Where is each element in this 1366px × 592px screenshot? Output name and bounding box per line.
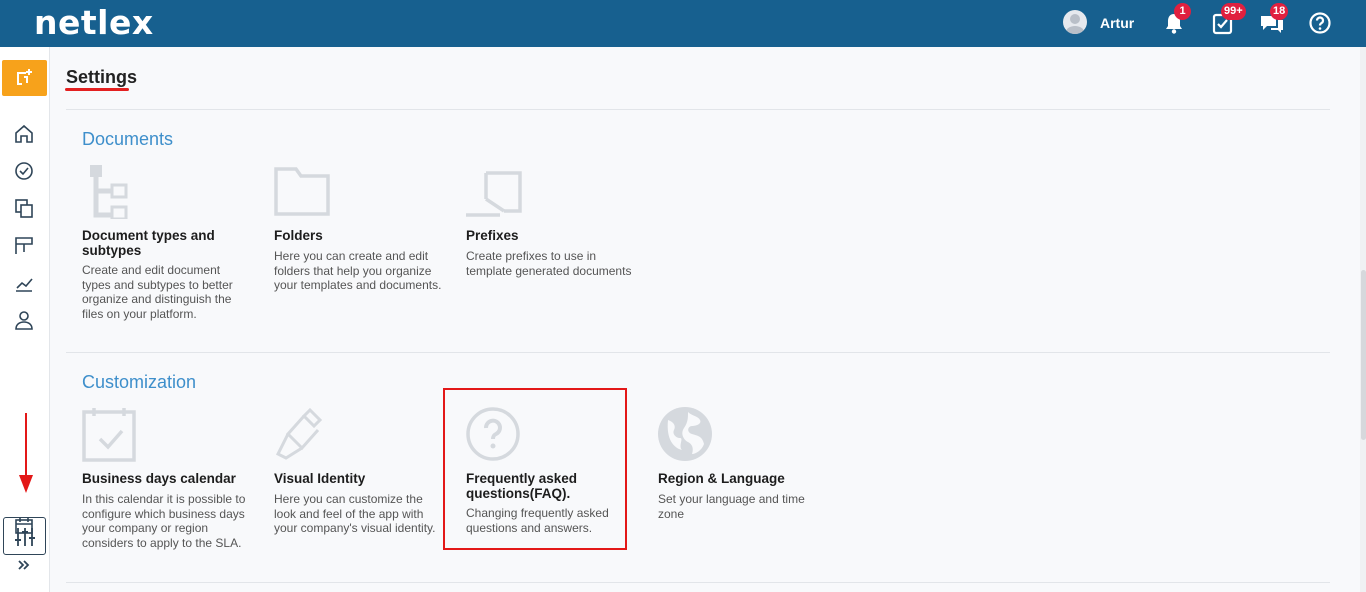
- scrollbar-thumb[interactable]: [1361, 270, 1366, 440]
- divider: [66, 109, 1330, 110]
- tasks-badge: 99+: [1221, 3, 1246, 20]
- tasks-icon[interactable]: [13, 160, 35, 182]
- card-visual-identity[interactable]: Visual Identity Here you can customize t…: [274, 406, 449, 546]
- annotation-arrow-icon: [19, 413, 33, 498]
- card-prefixes[interactable]: Prefixes Create prefixes to use in templ…: [466, 163, 641, 303]
- top-bar: netlex Artur 1 99+ 18: [0, 0, 1366, 47]
- messages-badge: 18: [1270, 3, 1289, 20]
- prefix-icon: [466, 163, 526, 219]
- new-item-button[interactable]: [2, 60, 47, 96]
- section-title-documents: Documents: [82, 129, 174, 149]
- card-description: Create and edit document types and subty…: [82, 263, 233, 321]
- card-title: Prefixes: [466, 228, 519, 243]
- card-folders[interactable]: Folders Here you can create and edit fol…: [274, 163, 449, 313]
- card-title: Folders: [274, 228, 323, 243]
- annotation-highlight-box: [443, 388, 627, 550]
- card-description: Set your language and time zone: [658, 492, 805, 521]
- paint-brush-icon: [274, 406, 334, 462]
- user-avatar-icon[interactable]: [1063, 10, 1087, 34]
- notifications-badge: 1: [1174, 3, 1191, 20]
- user-profile-icon[interactable]: [13, 309, 35, 331]
- card-region-language[interactable]: Region & Language Set your language and …: [658, 406, 833, 526]
- card-description: Here you can create and edit folders tha…: [274, 249, 442, 292]
- calendar-box-icon[interactable]: [13, 515, 35, 537]
- reports-chart-icon[interactable]: [13, 272, 35, 294]
- globe-icon: [658, 406, 718, 462]
- help-question-icon[interactable]: [1307, 9, 1335, 37]
- card-description: In this calendar it is possible to confi…: [82, 492, 246, 550]
- documents-copy-icon[interactable]: [13, 197, 35, 219]
- card-title: Region & Language: [658, 471, 785, 486]
- home-icon[interactable]: [13, 123, 35, 145]
- divider: [66, 582, 1330, 583]
- card-title: Visual Identity: [274, 471, 366, 486]
- title-underline: [65, 88, 129, 91]
- calendar-check-icon: [82, 406, 142, 462]
- document-tree-icon: [82, 163, 142, 221]
- user-name[interactable]: Artur: [1100, 15, 1134, 31]
- card-description: Create prefixes to use in template gener…: [466, 249, 632, 278]
- page-title: Settings: [66, 67, 138, 87]
- expand-sidebar-icon[interactable]: [13, 554, 35, 576]
- card-document-types[interactable]: Document types and subtypes Create and e…: [82, 163, 257, 323]
- card-title: Document types and subtypes: [82, 228, 215, 258]
- divider: [66, 352, 1330, 353]
- kanban-board-icon[interactable]: [13, 235, 35, 257]
- card-description: Here you can customize the look and feel…: [274, 492, 436, 535]
- card-business-days-calendar[interactable]: Business days calendar In this calendar …: [82, 406, 257, 556]
- section-title-customization: Customization: [82, 372, 197, 392]
- left-sidebar: [0, 47, 50, 592]
- folder-icon: [274, 163, 334, 219]
- netlex-logo[interactable]: netlex: [34, 3, 154, 42]
- card-title: Business days calendar: [82, 471, 236, 486]
